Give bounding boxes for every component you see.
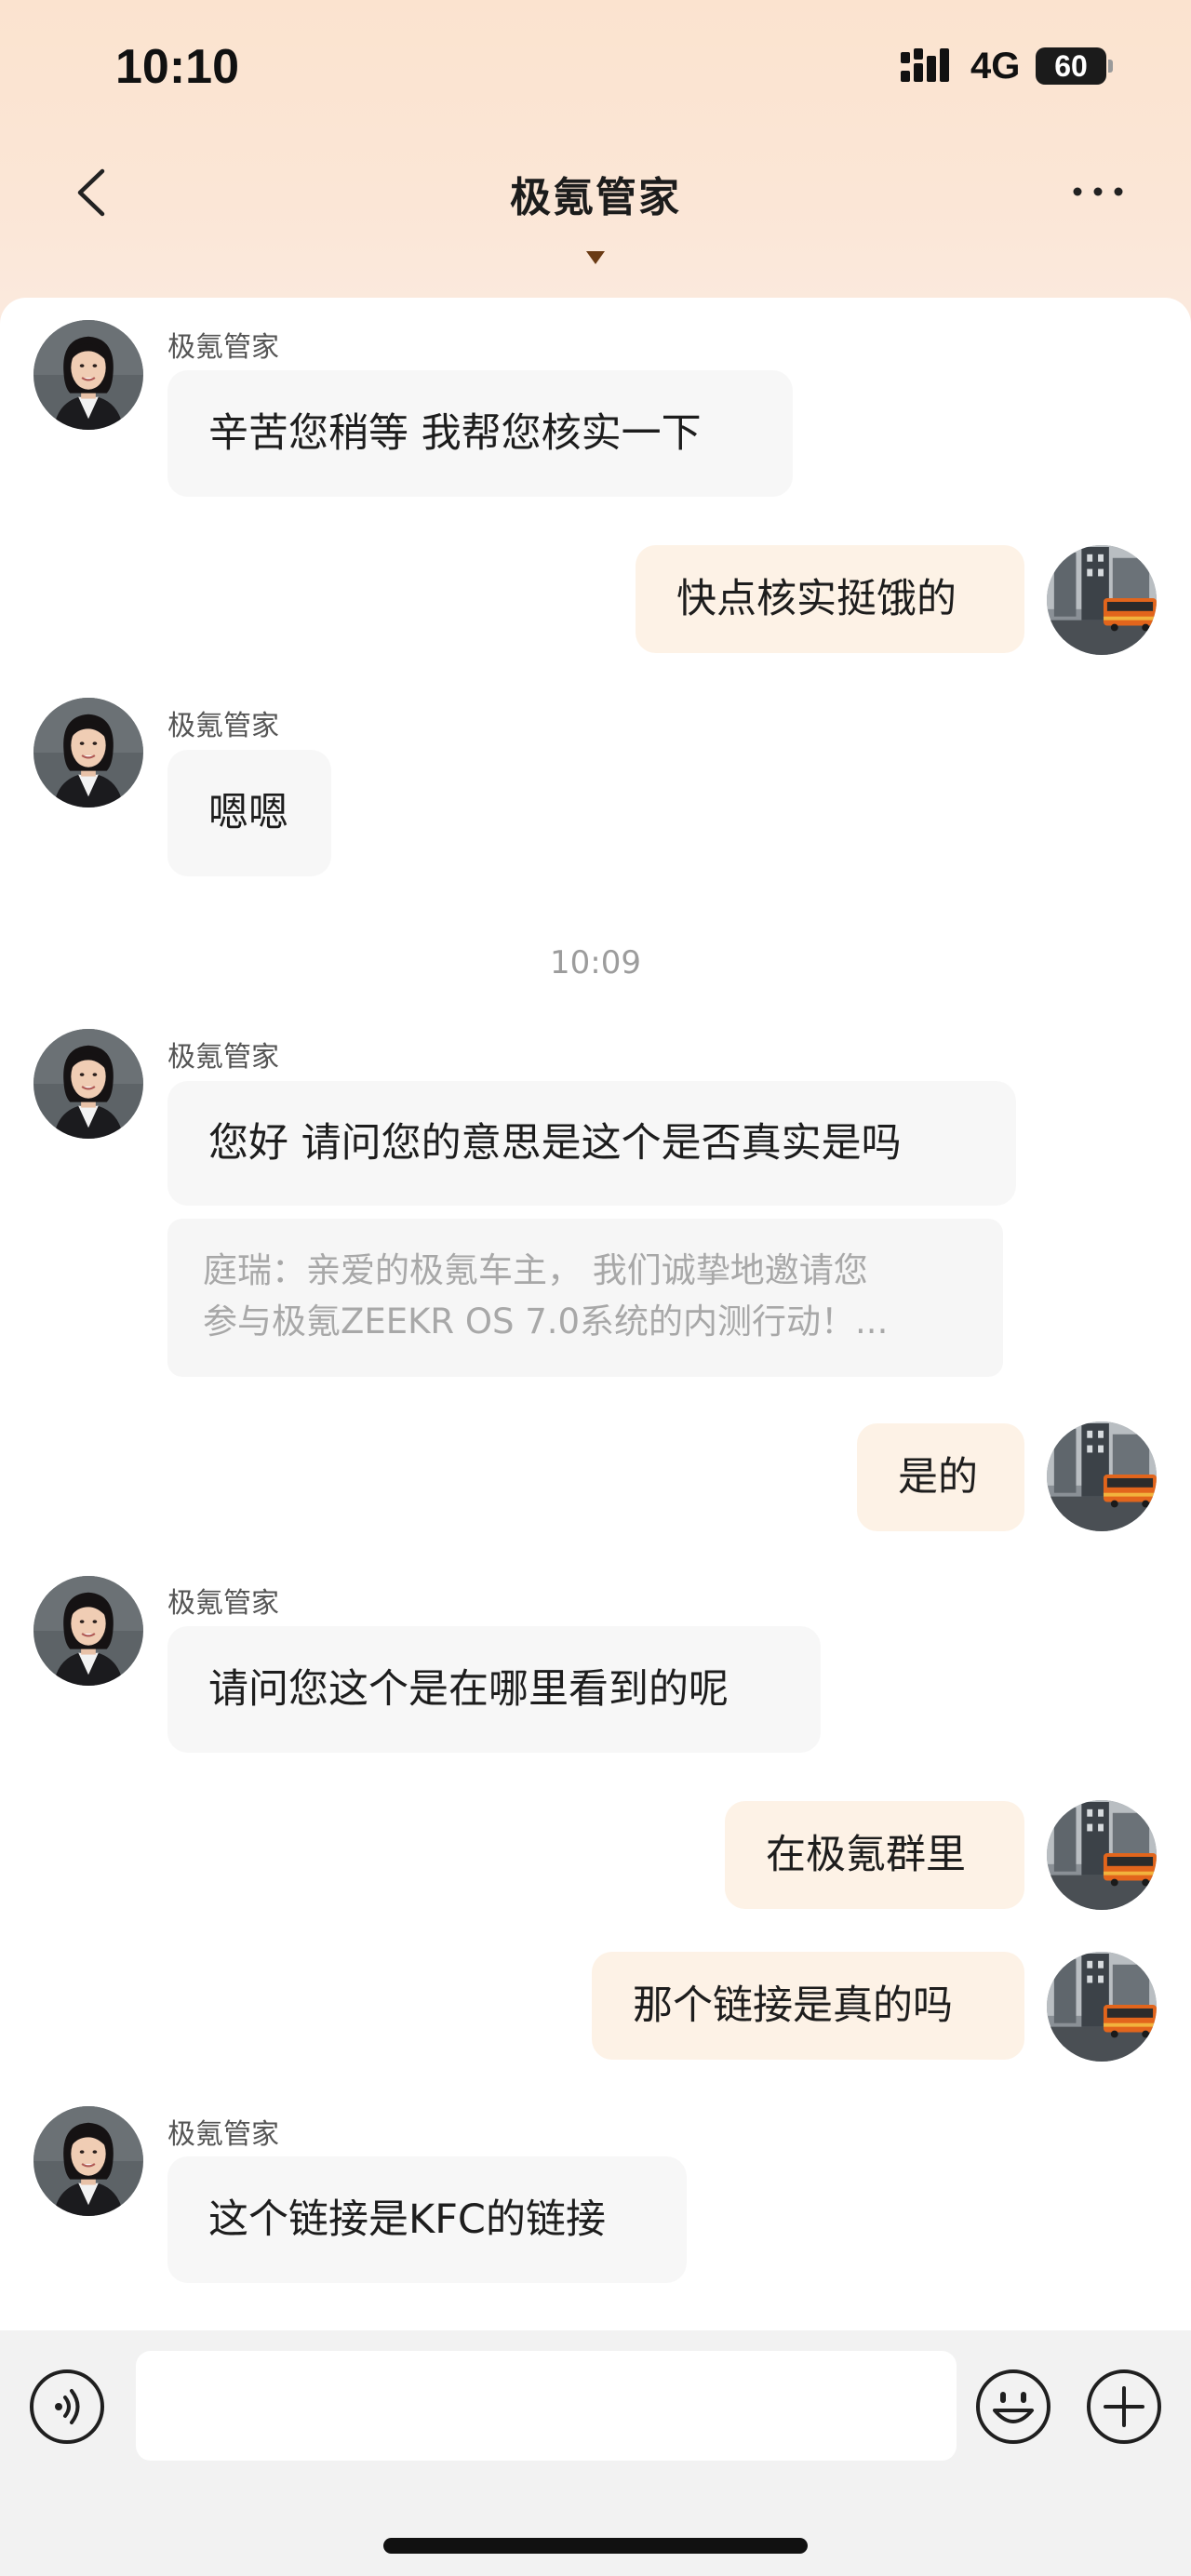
message-bubble[interactable]: 那个链接是真的吗 — [592, 1952, 1024, 2060]
plus-icon[interactable] — [1085, 2368, 1163, 2446]
network-label: 4G — [970, 46, 1021, 87]
message-bubble[interactable]: 您好 请问您的意思是这个是否真实是吗 — [167, 1081, 1016, 1206]
battery-tip — [1108, 60, 1113, 73]
quoted-message[interactable]: 庭瑞：亲爱的极氪车主， 我们诚挚地邀请您 参与极氪ZEEKR OS 7.0系统的… — [167, 1219, 1003, 1377]
signal-icon — [901, 48, 949, 82]
sender-name: 极氪管家 — [167, 1587, 279, 1620]
message-bubble[interactable]: 快点核实挺饿的 — [636, 545, 1024, 653]
user-avatar[interactable] — [1047, 1421, 1157, 1531]
battery-level: 60 — [1036, 47, 1106, 85]
more-icon[interactable] — [1070, 182, 1126, 201]
sender-name: 极氪管家 — [167, 710, 279, 742]
message-bubble[interactable]: 辛苦您稍等 我帮您核实一下 — [167, 370, 793, 497]
message-bubble[interactable]: 这个链接是KFC的链接 — [167, 2156, 687, 2283]
voice-icon[interactable] — [28, 2368, 106, 2446]
sender-name: 极氪管家 — [167, 2118, 279, 2151]
user-avatar[interactable] — [1047, 1952, 1157, 2062]
caret-down-icon[interactable] — [586, 251, 605, 264]
message-input[interactable] — [136, 2351, 957, 2461]
message-bubble[interactable]: 嗯嗯 — [167, 750, 331, 876]
status-time: 10:10 — [115, 40, 239, 94]
message-bubble[interactable]: 请问您这个是在哪里看到的呢 — [167, 1626, 821, 1753]
user-avatar[interactable] — [1047, 1800, 1157, 1910]
message-bubble[interactable]: 是的 — [857, 1423, 1024, 1531]
emoji-icon[interactable] — [974, 2368, 1052, 2446]
sender-name: 极氪管家 — [167, 331, 279, 364]
home-indicator[interactable] — [383, 2538, 808, 2554]
agent-avatar[interactable] — [33, 698, 143, 808]
quote-line: 参与极氪ZEEKR OS 7.0系统的内测行动！... — [203, 1301, 889, 1341]
quote-line: 庭瑞：亲爱的极氪车主， 我们诚挚地邀请您 — [203, 1250, 868, 1290]
agent-avatar[interactable] — [33, 1576, 143, 1686]
agent-avatar[interactable] — [33, 1029, 143, 1139]
agent-avatar[interactable] — [33, 320, 143, 430]
message-bubble[interactable]: 在极氪群里 — [725, 1801, 1024, 1909]
sender-name: 极氪管家 — [167, 1041, 279, 1074]
agent-avatar[interactable] — [33, 2106, 143, 2216]
user-avatar[interactable] — [1047, 545, 1157, 655]
timestamp: 10:09 — [550, 944, 641, 981]
status-bar: 10:10 4G 60 — [0, 0, 1191, 130]
page-title[interactable]: 极氪管家 — [0, 164, 1191, 223]
battery-icon: 60 — [1036, 47, 1113, 85]
input-bar — [0, 2330, 1191, 2576]
